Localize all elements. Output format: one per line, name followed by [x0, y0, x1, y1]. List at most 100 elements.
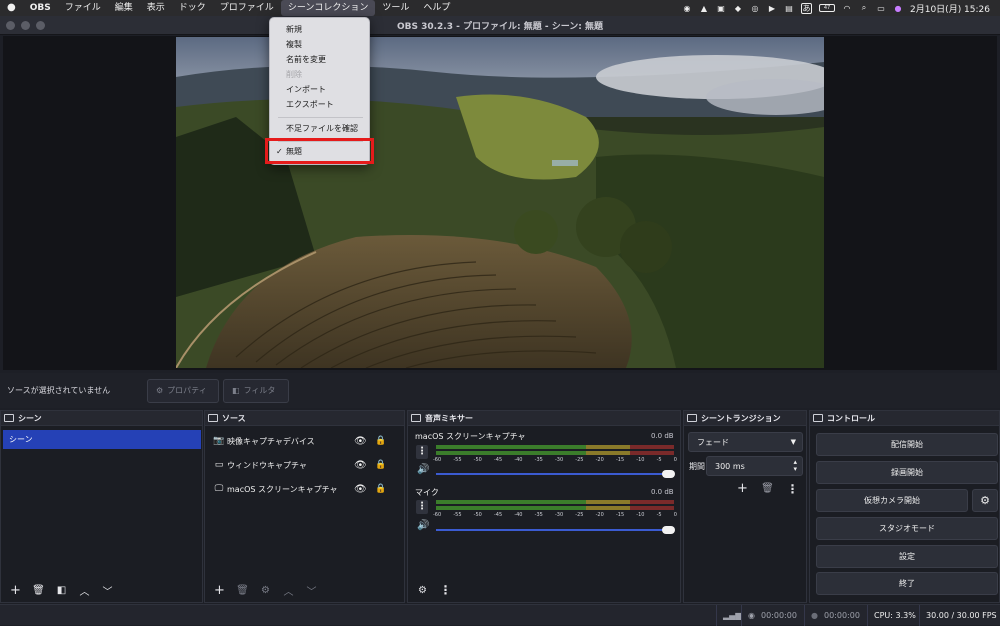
dock-undock-icon[interactable]: [4, 414, 14, 422]
transition-duration-spinbox[interactable]: 300 ms ▴ ▾: [706, 456, 803, 476]
mixer-channel-menu-icon[interactable]: ⋮: [416, 500, 428, 514]
source-properties-gear-icon[interactable]: ⚙: [257, 582, 274, 599]
add-scene-icon[interactable]: +: [7, 582, 24, 599]
meter-tick-label: -30: [554, 457, 564, 463]
controls-dock: コントロール 配信開始 録画開始 仮想カメラ開始 ⚙ スタジオモード 設定 終了: [809, 410, 1000, 603]
menu-item-duplicate[interactable]: 複製: [270, 37, 371, 52]
source-name: macOS スクリーンキャプチャ: [227, 484, 338, 494]
line-chat-icon[interactable]: ▣: [716, 3, 726, 13]
clipboard-icon[interactable]: ▤: [784, 3, 794, 13]
transition-menu-icon[interactable]: ⋮: [784, 480, 801, 497]
mixer-channel-name: macOS スクリーンキャプチャ: [415, 432, 526, 441]
battery-icon[interactable]: 47: [819, 4, 835, 12]
menu-item-check-missing-files[interactable]: 不足ファイルを確認: [270, 121, 371, 136]
source-name: ウィンドウキャプチャ: [227, 460, 307, 470]
mixer-channel-menu-icon[interactable]: ⋮: [416, 445, 428, 459]
speaker-icon[interactable]: 🔊: [417, 464, 429, 475]
scene-filters-icon[interactable]: ◧: [53, 582, 70, 599]
filters-button[interactable]: ◧ フィルタ: [223, 378, 289, 403]
source-item-video-capture[interactable]: 📷 映像キャプチャデバイス 👁 🔒: [205, 430, 405, 452]
scene-transitions-dock: シーントランジション フェード ▼ 期間 300 ms ▴ ▾ + 🗑 ⋮: [683, 410, 807, 603]
volume-slider-track[interactable]: [436, 473, 674, 475]
start-streaming-button[interactable]: 配信開始: [816, 433, 998, 456]
scene-list-item[interactable]: シーン: [3, 430, 201, 449]
meter-tick-label: -30: [554, 512, 564, 518]
siri-icon[interactable]: ●: [893, 3, 903, 13]
menubar-clock[interactable]: 2月10日(月) 15:26: [910, 2, 990, 15]
mixer-menu-icon[interactable]: ⋮: [437, 582, 454, 599]
menu-scene-collection[interactable]: シーンコレクション: [280, 0, 376, 16]
obs-status-icon[interactable]: ◉: [682, 3, 692, 13]
menu-docks[interactable]: ドック: [172, 0, 213, 16]
scenes-toolbar: + 🗑 ◧ ︿ ﹀: [1, 578, 202, 602]
move-source-down-icon[interactable]: ﹀: [303, 582, 320, 599]
source-name: 映像キャプチャデバイス: [227, 436, 315, 446]
properties-button[interactable]: ⚙ プロパティ: [147, 378, 219, 403]
evernote-icon[interactable]: ◆: [733, 3, 743, 13]
move-source-up-icon[interactable]: ︿: [280, 582, 297, 599]
menu-profile[interactable]: プロファイル: [213, 0, 281, 16]
source-item-window-capture[interactable]: ▭ ウィンドウキャプチャ 👁 🔒: [205, 454, 405, 476]
menu-item-import[interactable]: インポート: [270, 82, 371, 97]
virtual-camera-settings-button[interactable]: ⚙: [972, 489, 998, 512]
studio-mode-button[interactable]: スタジオモード: [816, 517, 998, 540]
control-center-icon[interactable]: ▭: [876, 3, 886, 13]
visibility-eye-icon[interactable]: 👁: [354, 460, 367, 471]
dock-undock-icon[interactable]: [813, 414, 823, 422]
remove-scene-trash-icon[interactable]: 🗑: [30, 582, 47, 599]
settings-button[interactable]: 設定: [816, 545, 998, 568]
visibility-eye-icon[interactable]: 👁: [354, 436, 367, 447]
exit-button[interactable]: 終了: [816, 572, 998, 595]
lock-icon[interactable]: 🔒: [375, 460, 386, 470]
start-recording-button[interactable]: 録画開始: [816, 461, 998, 484]
menu-tools[interactable]: ツール: [375, 0, 416, 16]
dock-undock-icon[interactable]: [208, 414, 218, 422]
wifi-icon[interactable]: ◠: [842, 3, 852, 13]
meter-tick-label: -50: [473, 512, 482, 518]
filter-icon: ◧: [232, 386, 240, 395]
add-source-icon[interactable]: +: [211, 582, 228, 599]
volume-slider-handle[interactable]: [662, 526, 675, 534]
start-virtual-camera-button[interactable]: 仮想カメラ開始: [816, 489, 968, 512]
menu-file[interactable]: ファイル: [58, 0, 108, 16]
move-scene-up-icon[interactable]: ︿: [76, 582, 93, 599]
menu-view[interactable]: 表示: [140, 0, 172, 16]
visibility-eye-icon[interactable]: 👁: [354, 484, 367, 495]
scenes-dock-title: シーン: [18, 413, 42, 423]
meter-tick-label: -45: [493, 512, 503, 518]
source-item-screen-capture[interactable]: 🖵 macOS スクリーンキャプチャ 👁 🔒: [205, 478, 405, 500]
drive-status-icon[interactable]: ▲: [699, 3, 709, 13]
remove-transition-trash-icon[interactable]: 🗑: [759, 480, 776, 497]
add-transition-icon[interactable]: +: [734, 480, 751, 497]
mixer-dock-header: 音声ミキサー: [408, 411, 680, 426]
menu-edit[interactable]: 編集: [108, 0, 140, 16]
window-title: OBS 30.2.3 - プロファイル: 無題 - シーン: 無題: [396, 21, 604, 32]
menu-item-new[interactable]: 新規: [270, 22, 371, 37]
lock-icon[interactable]: 🔒: [375, 436, 386, 446]
move-scene-down-icon[interactable]: ﹀: [99, 582, 116, 599]
meter-tick-label: -55: [453, 457, 462, 463]
creative-cloud-icon[interactable]: ◎: [750, 3, 760, 13]
menu-help[interactable]: ヘルプ: [416, 0, 457, 16]
remove-source-trash-icon[interactable]: 🗑: [234, 582, 251, 599]
audio-level-meter: [436, 500, 674, 504]
volume-slider-handle[interactable]: [662, 470, 675, 478]
transition-type-select[interactable]: フェード ▼: [688, 432, 803, 452]
sources-toolbar: + 🗑 ⚙ ︿ ﹀: [205, 578, 404, 602]
cpu-usage: CPU: 3.3%: [874, 611, 916, 620]
meter-tick-label: -35: [534, 512, 543, 518]
menu-item-rename[interactable]: 名前を変更: [270, 52, 371, 67]
advanced-audio-gear-icon[interactable]: ⚙: [414, 582, 431, 599]
mixer-channel-db: 0.0 dB: [651, 488, 674, 496]
input-method-icon[interactable]: あ: [801, 2, 812, 14]
dock-undock-icon[interactable]: [411, 414, 421, 422]
volume-slider-track[interactable]: [436, 529, 674, 531]
lock-icon[interactable]: 🔒: [375, 484, 386, 494]
menu-app-obs[interactable]: OBS: [23, 0, 58, 16]
menu-item-export[interactable]: エクスポート: [270, 97, 371, 112]
speaker-icon[interactable]: 🔊: [417, 520, 429, 531]
play-status-icon[interactable]: ▶: [767, 3, 777, 13]
apple-menu-icon[interactable]: ●: [0, 0, 23, 16]
spotlight-search-icon[interactable]: ⌕: [859, 3, 869, 13]
dock-undock-icon[interactable]: [687, 414, 697, 422]
